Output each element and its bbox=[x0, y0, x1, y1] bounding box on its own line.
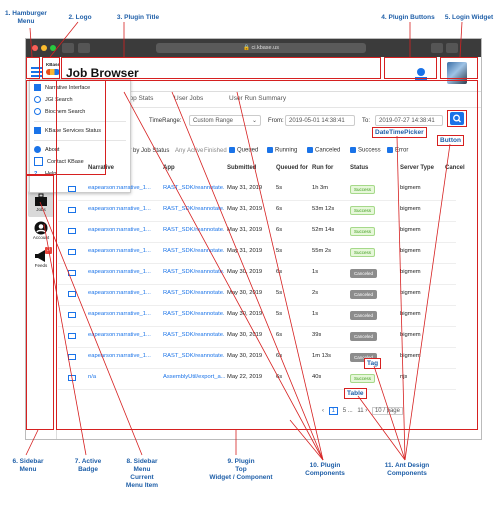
annotation-plugin-title: 3. Plugin Title bbox=[116, 14, 160, 21]
annotation-plugin-components: 10. Plugin Components bbox=[305, 462, 345, 477]
annotation-sidebar-menu: 6. Sidebar Menu bbox=[12, 458, 44, 473]
close-light[interactable] bbox=[32, 45, 38, 51]
annotation-active-badge: 7. Active Badge bbox=[74, 458, 102, 473]
callout-plugin-buttons bbox=[384, 57, 437, 79]
share-button[interactable] bbox=[431, 43, 443, 53]
zoom-light[interactable] bbox=[50, 45, 56, 51]
callout-hamburger bbox=[26, 57, 40, 79]
annotation-hamburger-menu: 1. Hamburger Menu bbox=[5, 10, 47, 25]
callout-sidebar bbox=[26, 175, 54, 430]
sidebar-toggle-button[interactable] bbox=[62, 43, 74, 53]
annotation-login-widget: 5. Login Widget bbox=[444, 14, 494, 21]
annotation-logo: 2. Logo bbox=[68, 14, 92, 21]
callout-search-button bbox=[447, 110, 467, 127]
label-datetimepicker: DateTimePicker bbox=[372, 127, 427, 138]
callout-login bbox=[440, 57, 478, 79]
annotation-plugin-top-widget: 9. Plugin Top Widget / Component bbox=[209, 458, 273, 481]
tab-overview-button[interactable] bbox=[78, 43, 90, 53]
label-button: Button bbox=[437, 135, 464, 146]
annotation-plugin-buttons: 4. Plugin Buttons bbox=[381, 14, 435, 21]
url-bar[interactable]: 🔒 ci.kbase.us bbox=[156, 43, 366, 53]
minimize-light[interactable] bbox=[41, 45, 47, 51]
annotation-ant-design: 11. Ant Design Components bbox=[384, 462, 430, 477]
lock-icon: 🔒 bbox=[243, 45, 250, 51]
callout-logo bbox=[42, 57, 60, 79]
annotation-current-menu-item: 8. Sidebar Menu Current Menu Item bbox=[125, 458, 159, 489]
browser-titlebar: 🔒 ci.kbase.us bbox=[26, 39, 481, 57]
url-text: ci.kbase.us bbox=[251, 45, 279, 51]
label-tag: Tag bbox=[364, 358, 382, 369]
label-table: Table bbox=[344, 388, 367, 399]
callout-title bbox=[61, 57, 381, 79]
new-tab-button[interactable] bbox=[446, 43, 458, 53]
